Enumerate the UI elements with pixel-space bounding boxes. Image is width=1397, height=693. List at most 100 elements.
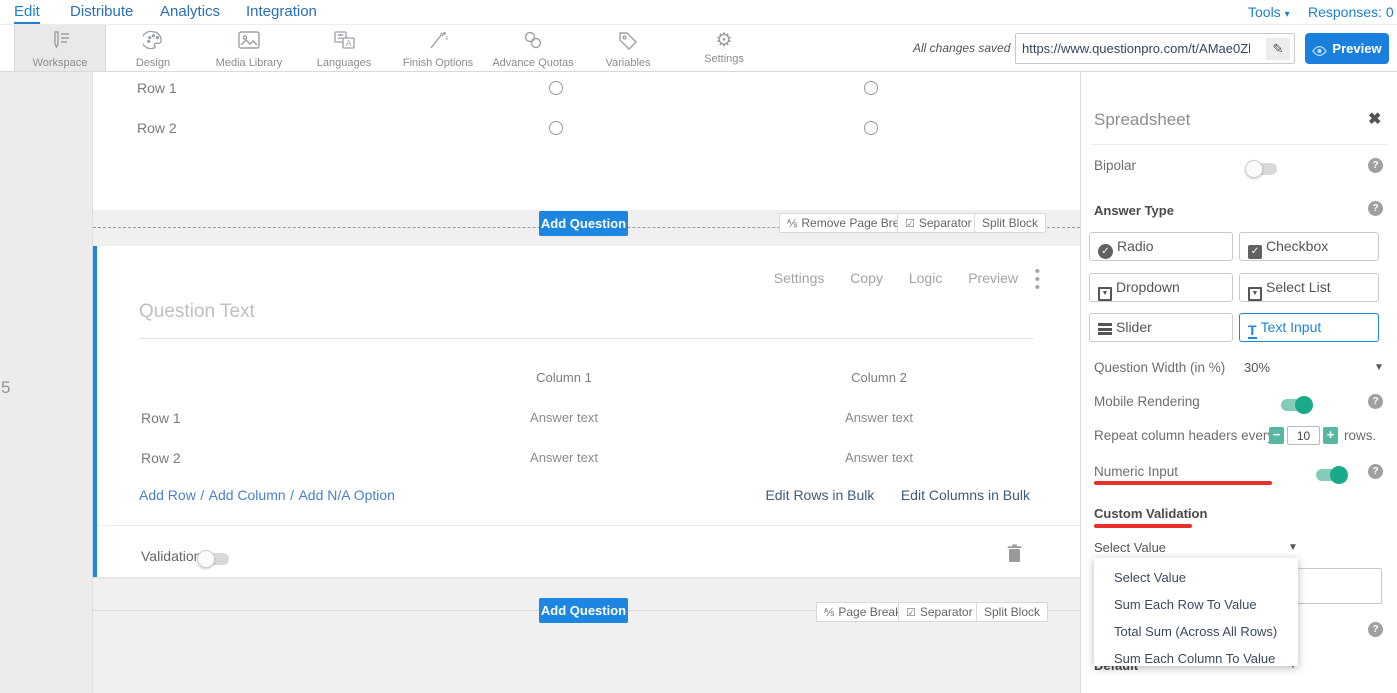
bulk-edit-links: Edit Rows in Bulk Edit Columns in Bulk	[765, 487, 1030, 505]
tools-menu[interactable]: Tools ▾	[1248, 4, 1290, 20]
edit-url-pencil-icon[interactable]: ✎	[1266, 38, 1290, 60]
link-separator: /	[290, 487, 294, 503]
custom-validation-dropdown-menu: Select Value Sum Each Row To Value Total…	[1094, 558, 1298, 666]
add-question-button[interactable]: Add Question	[539, 598, 628, 623]
help-icon[interactable]: ?	[1368, 201, 1383, 216]
help-icon[interactable]: ?	[1368, 394, 1383, 409]
toolbar-item-workspace[interactable]: Workspace	[14, 25, 106, 71]
row-label[interactable]: Row 2	[141, 450, 181, 466]
chain-links-icon	[522, 30, 544, 51]
row-label: Row 1	[137, 80, 177, 96]
row-label[interactable]: Row 1	[141, 410, 181, 426]
preview-button[interactable]: Preview	[1305, 33, 1389, 64]
answer-cell[interactable]: Answer text	[484, 450, 644, 465]
slider-bars-icon	[1098, 323, 1112, 335]
numeric-input-toggle[interactable]	[1316, 469, 1346, 481]
radio-button[interactable]	[864, 81, 878, 95]
split-block-button[interactable]: Split Block	[976, 602, 1048, 622]
add-question-button[interactable]: Add Question	[539, 211, 628, 236]
toolbar-item-label: Advance Quotas	[489, 57, 577, 69]
validation-toggle[interactable]	[199, 553, 229, 565]
responses-count[interactable]: Responses: 0	[1308, 4, 1394, 20]
nav-integration[interactable]: Integration	[246, 3, 317, 20]
radio-button[interactable]	[549, 121, 563, 135]
repeat-headers-label: Repeat column headers every	[1094, 428, 1274, 443]
dropdown-option-sum-each-column[interactable]: Sum Each Column To Value	[1094, 645, 1298, 672]
answer-type-radio[interactable]: ✓ Radio	[1089, 232, 1233, 261]
survey-url-input[interactable]	[1016, 34, 1256, 63]
answer-type-checkbox[interactable]: ✓Checkbox	[1239, 232, 1379, 261]
nav-edit[interactable]: Edit	[14, 3, 40, 24]
question-text-input[interactable]: Question Text	[139, 301, 255, 323]
answer-type-label: Radio	[1117, 238, 1154, 254]
answer-type-dropdown[interactable]: ▼Dropdown	[1089, 273, 1233, 302]
repeat-rows-input[interactable]	[1287, 426, 1320, 445]
minus-stepper-button[interactable]: −	[1269, 427, 1284, 444]
help-icon[interactable]: ?	[1368, 622, 1383, 637]
dropdown-option-total-sum[interactable]: Total Sum (Across All Rows)	[1094, 618, 1298, 645]
button-label: Split Block	[984, 605, 1040, 619]
edit-columns-bulk-link[interactable]: Edit Columns in Bulk	[901, 487, 1030, 503]
chevron-down-icon[interactable]: ▼	[1374, 362, 1384, 373]
chevron-down-icon[interactable]: ▼	[1288, 542, 1298, 553]
answer-cell[interactable]: Answer text	[799, 410, 959, 425]
question-copy-link[interactable]: Copy	[850, 270, 883, 286]
answer-cell[interactable]: Answer text	[484, 410, 644, 425]
nav-analytics[interactable]: Analytics	[160, 3, 220, 20]
separator-button[interactable]: ☑Separator	[898, 602, 981, 622]
radio-button[interactable]	[864, 121, 878, 135]
eye-icon	[1312, 46, 1327, 56]
toolbar-item-languages[interactable]: A Languages	[314, 25, 374, 71]
nav-distribute[interactable]: Distribute	[70, 3, 133, 20]
custom-validation-select[interactable]: Select Value	[1094, 540, 1166, 555]
column-header[interactable]: Column 1	[484, 370, 644, 385]
toolbar: Workspace Design Media Library A Languag…	[0, 25, 1397, 72]
split-block-button[interactable]: Split Block	[974, 213, 1046, 233]
toolbar-item-media-library[interactable]: Media Library	[210, 25, 288, 71]
red-annotation-underline	[1094, 524, 1192, 528]
toolbar-item-label: Media Library	[210, 57, 288, 69]
plus-stepper-button[interactable]: +	[1323, 427, 1338, 444]
toolbar-item-finish-options[interactable]: Finish Options	[398, 25, 478, 71]
dropdown-box-icon: ▼	[1098, 287, 1112, 301]
toolbar-item-label: Workspace	[15, 57, 105, 69]
answer-type-label: Slider	[1116, 319, 1152, 335]
help-icon[interactable]: ?	[1368, 158, 1383, 173]
languages-icon: A	[333, 30, 356, 51]
close-icon[interactable]: ✖	[1368, 109, 1381, 129]
separator-button[interactable]: ☑Separator	[897, 213, 980, 233]
delete-question-trash-icon[interactable]	[1007, 544, 1022, 567]
radio-check-icon: ✓	[1098, 244, 1113, 259]
toolbar-item-variables[interactable]: Variables	[598, 25, 658, 71]
question-preview-link[interactable]: Preview	[968, 270, 1018, 286]
question-text-underline	[139, 338, 1034, 339]
question-settings-link[interactable]: Settings	[774, 270, 825, 286]
add-na-option-link[interactable]: Add N/A Option	[298, 487, 395, 503]
radio-button[interactable]	[549, 81, 563, 95]
answer-type-slider[interactable]: Slider	[1089, 313, 1233, 342]
toolbar-item-settings[interactable]: ⚙ Settings	[698, 25, 750, 71]
add-row-link[interactable]: Add Row	[139, 487, 196, 503]
question-width-value[interactable]: 30%	[1244, 360, 1270, 375]
column-header[interactable]: Column 2	[799, 370, 959, 385]
toolbar-item-advance-quotas[interactable]: Advance Quotas	[489, 25, 577, 71]
help-icon[interactable]: ?	[1368, 464, 1383, 479]
answer-type-select-list[interactable]: ▼Select List	[1239, 273, 1379, 302]
page-break-button[interactable]: ⅍Page Break	[816, 602, 909, 622]
answer-type-text-input[interactable]: TText Input	[1239, 313, 1379, 342]
preview-label: Preview	[1332, 41, 1381, 56]
mobile-rendering-toggle[interactable]	[1281, 399, 1311, 411]
answer-type-label: Select List	[1266, 279, 1331, 295]
button-label: Separator	[920, 605, 973, 619]
row-label: Row 2	[137, 120, 177, 136]
dropdown-option-select-value[interactable]: Select Value	[1094, 564, 1298, 591]
bipolar-toggle[interactable]	[1247, 163, 1277, 175]
add-column-link[interactable]: Add Column	[209, 487, 286, 503]
answer-cell[interactable]: Answer text	[799, 450, 959, 465]
dropdown-option-sum-each-row[interactable]: Sum Each Row To Value	[1094, 591, 1298, 618]
validation-divider	[97, 525, 1080, 526]
toolbar-item-design[interactable]: Design	[125, 25, 181, 71]
edit-rows-bulk-link[interactable]: Edit Rows in Bulk	[765, 487, 874, 503]
question-logic-link[interactable]: Logic	[909, 270, 942, 286]
more-options-icon[interactable]: •••	[1035, 268, 1040, 292]
